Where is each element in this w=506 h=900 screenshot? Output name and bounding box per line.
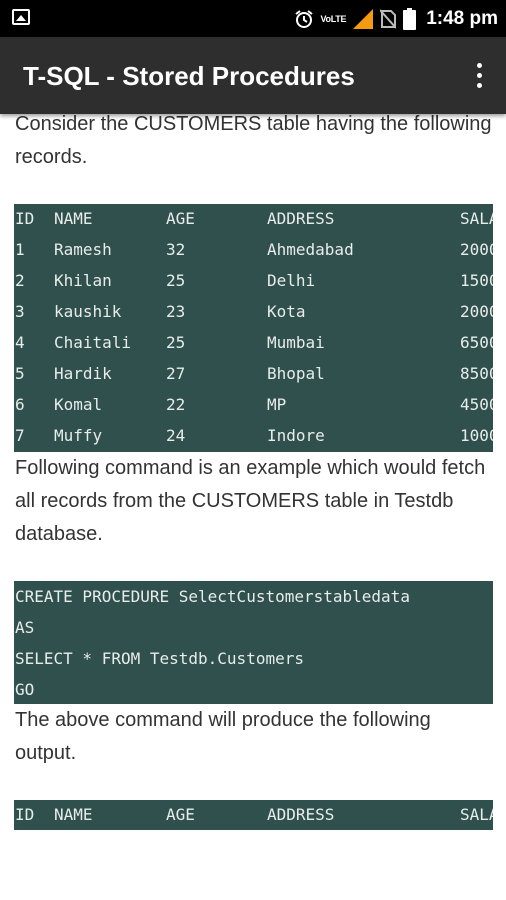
page-title: T-SQL - Stored Procedures [23, 61, 355, 91]
output-table-block: ID NAME AGE ADDRESS SALA [14, 800, 493, 830]
table-row-name: Khilan [54, 271, 112, 290]
alarm-icon [294, 9, 313, 28]
network-label: VoLTE [320, 13, 347, 24]
status-time: 1:48 pm [426, 7, 498, 29]
table-row-salary: 2000 [460, 240, 493, 259]
table-header-address: ADDRESS [267, 209, 335, 228]
status-icons: VoLTE 1:48 pm [294, 0, 498, 37]
table-row: 6 Komal 22 MP 4500 [14, 390, 493, 421]
table-row-name: Ramesh [54, 240, 112, 259]
code-line: CREATE PROCEDURE SelectCustomerstabledat… [15, 587, 410, 606]
main-content[interactable]: Consider the CUSTOMERS table having the … [0, 114, 506, 900]
table-row-name: Chaitali [54, 333, 132, 352]
table-row-name: Hardik [54, 364, 112, 383]
table-row-age: 24 [166, 426, 186, 445]
table-row-id: 4 [15, 333, 25, 352]
table-header-age: AGE [166, 805, 195, 824]
image-icon [12, 9, 30, 25]
table-row-age: 22 [166, 395, 186, 414]
table-row-address: Kota [267, 302, 306, 321]
code-line: AS [15, 618, 35, 637]
table-header-age: AGE [166, 209, 195, 228]
sql-code-block: CREATE PROCEDURE SelectCustomerstabledat… [14, 581, 493, 704]
table-row-id: 6 [15, 395, 25, 414]
code-line: SELECT * FROM Testdb.Customers [15, 649, 304, 668]
table-header: ID NAME AGE ADDRESS SALA [14, 800, 493, 830]
table-row-name: Komal [54, 395, 103, 414]
battery-icon [403, 7, 417, 30]
table-header-salary: SALA [460, 805, 493, 824]
code-line: GO [15, 680, 35, 699]
table-row-salary: 4500 [460, 395, 493, 414]
table-row: 3 kaushik 23 Kota 2000 [14, 297, 493, 328]
table-row: 5 Hardik 27 Bhopal 8500 [14, 359, 493, 390]
table-row-age: 27 [166, 364, 186, 383]
table-row: 2 Khilan 25 Delhi 1500 [14, 266, 493, 297]
table-row-age: 25 [166, 333, 186, 352]
table-header: ID NAME AGE ADDRESS SALA [14, 204, 493, 235]
table-row-salary: 8500 [460, 364, 493, 383]
table-header-address: ADDRESS [267, 805, 335, 824]
status-bar: VoLTE 1:48 pm [0, 0, 506, 37]
table-row-age: 32 [166, 240, 186, 259]
table-header-name: NAME [54, 805, 93, 824]
table-row-address: Indore [267, 426, 325, 445]
table-row: 1 Ramesh 32 Ahmedabad 2000 [14, 235, 493, 266]
overflow-menu-icon[interactable] [474, 63, 484, 89]
table-row-id: 7 [15, 426, 25, 445]
table-row-address: Mumbai [267, 333, 325, 352]
table-row-salary: 1000 [460, 426, 493, 445]
table-header-id: ID [15, 209, 35, 228]
table-header-name: NAME [54, 209, 93, 228]
table-row-id: 1 [15, 240, 25, 259]
table-row-salary: 1500 [460, 271, 493, 290]
table-row-id: 2 [15, 271, 25, 290]
table-row-salary: 6500 [460, 333, 493, 352]
customers-table-block: IDNAMEAGEADDRESSSALA1Ramesh32Ahmedabad20… [14, 204, 493, 452]
table-row-address: Bhopal [267, 364, 325, 383]
signal-icon [353, 8, 374, 29]
table-row-id: 5 [15, 364, 25, 383]
table-header-id: ID [15, 805, 35, 824]
table-row-address: Ahmedabad [267, 240, 354, 259]
table-header-salary: SALA [460, 209, 493, 228]
table-row-age: 23 [166, 302, 186, 321]
table-row-age: 25 [166, 271, 186, 290]
table-row: 4 Chaitali 25 Mumbai 6500 [14, 328, 493, 359]
table-row-name: kaushik [54, 302, 122, 321]
app-bar: T-SQL - Stored Procedures [0, 37, 506, 114]
output-paragraph: The above command will produce the follo… [15, 709, 431, 764]
table-row-salary: 2000 [460, 302, 493, 321]
table-row-name: Muffy [54, 426, 103, 445]
no-sim-icon [380, 8, 397, 29]
intro-paragraph: Consider the CUSTOMERS table having the … [15, 114, 492, 168]
description-paragraph: Following command is an example which wo… [15, 457, 486, 545]
table-row-address: MP [267, 395, 287, 414]
table-row-id: 3 [15, 302, 25, 321]
table-row-address: Delhi [267, 271, 316, 290]
table-row: 7 Muffy 24 Indore 1000 [14, 421, 493, 452]
